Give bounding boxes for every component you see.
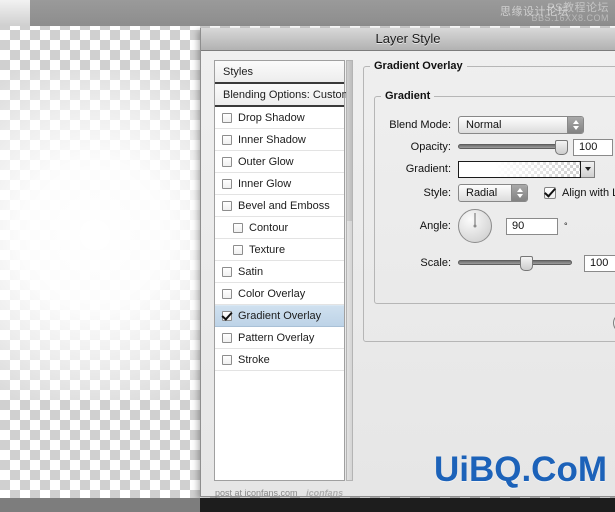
blend-mode-select[interactable]: Normal xyxy=(458,116,584,134)
iconfans-logo: iconfans xyxy=(306,488,344,498)
styles-list-item-label: Gradient Overlay xyxy=(238,310,322,322)
styles-list-item-label: Color Overlay xyxy=(238,287,306,300)
angle-dial[interactable] xyxy=(458,209,492,243)
gradient-picker-button[interactable] xyxy=(581,160,595,178)
watermark-bbs: BBS.16XX8.COM xyxy=(531,13,609,23)
styles-list-scrollbar-thumb[interactable] xyxy=(347,61,352,221)
styles-list-item[interactable]: Gradient Overlay xyxy=(215,305,344,327)
styles-list-item-label: Contour xyxy=(249,221,289,234)
gradient-overlay-group-title: Gradient Overlay xyxy=(374,60,463,72)
styles-list-item-checkbox[interactable] xyxy=(222,134,232,145)
scale-slider-track xyxy=(458,260,572,265)
opacity-input[interactable] xyxy=(573,138,613,156)
chevron-down-icon xyxy=(584,167,591,171)
styles-list-panel: Styles Blending Options: Custom Drop Sha… xyxy=(214,60,351,481)
gradient-overlay-group: Gradient Overlay Gradient Blend Mode: No… xyxy=(363,60,615,342)
gradient-label: Gradient: xyxy=(405,163,451,175)
styles-list-item-checkbox[interactable] xyxy=(233,244,243,255)
style-label: Style: xyxy=(423,187,451,199)
scale-row: Scale: % xyxy=(379,254,615,272)
styles-list-item-checkbox[interactable] xyxy=(222,266,232,277)
top-strip-highlight xyxy=(0,0,30,26)
scale-slider-thumb[interactable] xyxy=(519,256,533,271)
styles-list-item-checkbox[interactable] xyxy=(222,200,232,211)
styles-list-item-label: Outer Glow xyxy=(238,155,294,168)
scale-slider[interactable] xyxy=(458,254,572,272)
styles-list-item[interactable]: Pattern Overlay xyxy=(215,327,344,349)
top-background-strip: 思缘设计论坛 PS教程论坛 BBS.16XX8.COM xyxy=(0,0,615,26)
dialog-titlebar[interactable]: Layer Style xyxy=(201,28,615,51)
angle-input[interactable] xyxy=(506,217,558,235)
styles-list-scrollbar[interactable] xyxy=(346,60,353,481)
top-watermark-group: 思缘设计论坛 PS教程论坛 BBS.16XX8.COM xyxy=(379,1,609,25)
opacity-row: Opacity: % xyxy=(379,138,615,156)
opacity-slider-thumb[interactable] xyxy=(555,140,568,155)
styles-list-item-checkbox[interactable] xyxy=(233,222,243,233)
styles-list-item-checkbox[interactable] xyxy=(222,178,232,189)
styles-list-item[interactable]: Texture xyxy=(215,239,344,261)
blend-mode-label: Blend Mode: xyxy=(389,119,451,131)
styles-list-item-label: Bevel and Emboss xyxy=(238,199,330,212)
styles-list-item-checkbox[interactable] xyxy=(222,332,232,343)
blend-mode-value: Normal xyxy=(466,119,502,131)
chevron-updown-icon[interactable] xyxy=(567,117,583,133)
opacity-label: Opacity: xyxy=(410,141,451,153)
gradient-subgroup: Gradient Blend Mode: Normal Opacity: 100… xyxy=(374,90,615,304)
styles-list-item[interactable]: Inner Shadow xyxy=(215,129,344,151)
bottom-strip-left xyxy=(0,498,200,512)
uibq-watermark: UiBQ.CoM xyxy=(433,450,607,489)
styles-list-item-checkbox[interactable] xyxy=(222,354,232,365)
style-row: Style: Radial Align with Layer xyxy=(379,184,615,202)
styles-list-item-checkbox[interactable] xyxy=(222,112,232,123)
style-value: Radial xyxy=(466,187,498,199)
gradient-swatch[interactable] xyxy=(458,160,581,178)
styles-list-rows: Drop Shadow Inner Shadow Outer Glow Inner G… xyxy=(215,107,344,371)
angle-unit: ° xyxy=(564,221,568,231)
style-select[interactable]: Radial xyxy=(458,184,528,202)
dialog-title: Layer Style xyxy=(375,31,441,46)
blending-options-row[interactable]: Blending Options: Custom xyxy=(215,84,351,107)
opacity-slider-track xyxy=(458,144,566,149)
dialog-body: Styles Blending Options: Custom Drop Sha… xyxy=(201,51,615,496)
styles-list-item-label: Drop Shadow xyxy=(238,111,305,124)
styles-list-item-checkbox[interactable] xyxy=(222,288,232,299)
styles-list-item[interactable]: Satin xyxy=(215,261,344,283)
styles-list-item-label: Inner Shadow xyxy=(238,133,306,146)
styles-list-item-checkbox[interactable] xyxy=(222,311,232,321)
styles-list-item[interactable]: Contour xyxy=(215,217,344,239)
styles-list-item-label: Inner Glow xyxy=(238,177,292,190)
opacity-slider[interactable] xyxy=(458,138,568,156)
styles-list-item[interactable]: Inner Glow xyxy=(215,173,344,195)
align-with-layer-label: Align with Layer xyxy=(562,187,615,199)
styles-list-item-checkbox[interactable] xyxy=(222,156,232,167)
styles-list-item-label: Stroke xyxy=(238,353,270,366)
angle-label: Angle: xyxy=(419,220,451,232)
blend-mode-row: Blend Mode: Normal xyxy=(379,116,584,134)
gradient-row: Gradient: Reverse xyxy=(379,160,615,178)
align-with-layer-checkbox[interactable] xyxy=(544,187,556,199)
chevron-updown-icon[interactable] xyxy=(511,185,527,201)
angle-row: Angle: ° xyxy=(379,206,568,246)
gradient-subgroup-title: Gradient xyxy=(385,90,431,102)
styles-list-item-label: Satin xyxy=(238,265,264,278)
styles-list-item[interactable]: Bevel and Emboss xyxy=(215,195,344,217)
layer-style-dialog: Layer Style Styles Blending Options: Cus… xyxy=(200,28,615,497)
styles-list-header[interactable]: Styles xyxy=(215,61,344,84)
scale-label: Scale: xyxy=(420,257,451,269)
footer-credit-text: post at iconfans.com xyxy=(215,488,298,498)
screenshot-root: 思缘设计论坛 PS教程论坛 BBS.16XX8.COM Layer Style … xyxy=(0,0,615,512)
styles-list-item[interactable]: Drop Shadow xyxy=(215,107,344,129)
angle-dial-hub xyxy=(473,224,477,228)
scale-input[interactable] xyxy=(584,254,615,272)
styles-list-item[interactable]: Color Overlay xyxy=(215,283,344,305)
styles-list-item[interactable]: Outer Glow xyxy=(215,151,344,173)
styles-list-item-label: Texture xyxy=(249,243,286,256)
options-pane: Gradient Overlay Gradient Blend Mode: No… xyxy=(363,60,615,481)
footer-credit: post at iconfans.com iconfans xyxy=(215,488,343,498)
bottom-background-strip xyxy=(0,498,615,512)
styles-list-item-label: Pattern Overlay xyxy=(238,331,315,344)
styles-list-item[interactable]: Stroke xyxy=(215,349,344,371)
